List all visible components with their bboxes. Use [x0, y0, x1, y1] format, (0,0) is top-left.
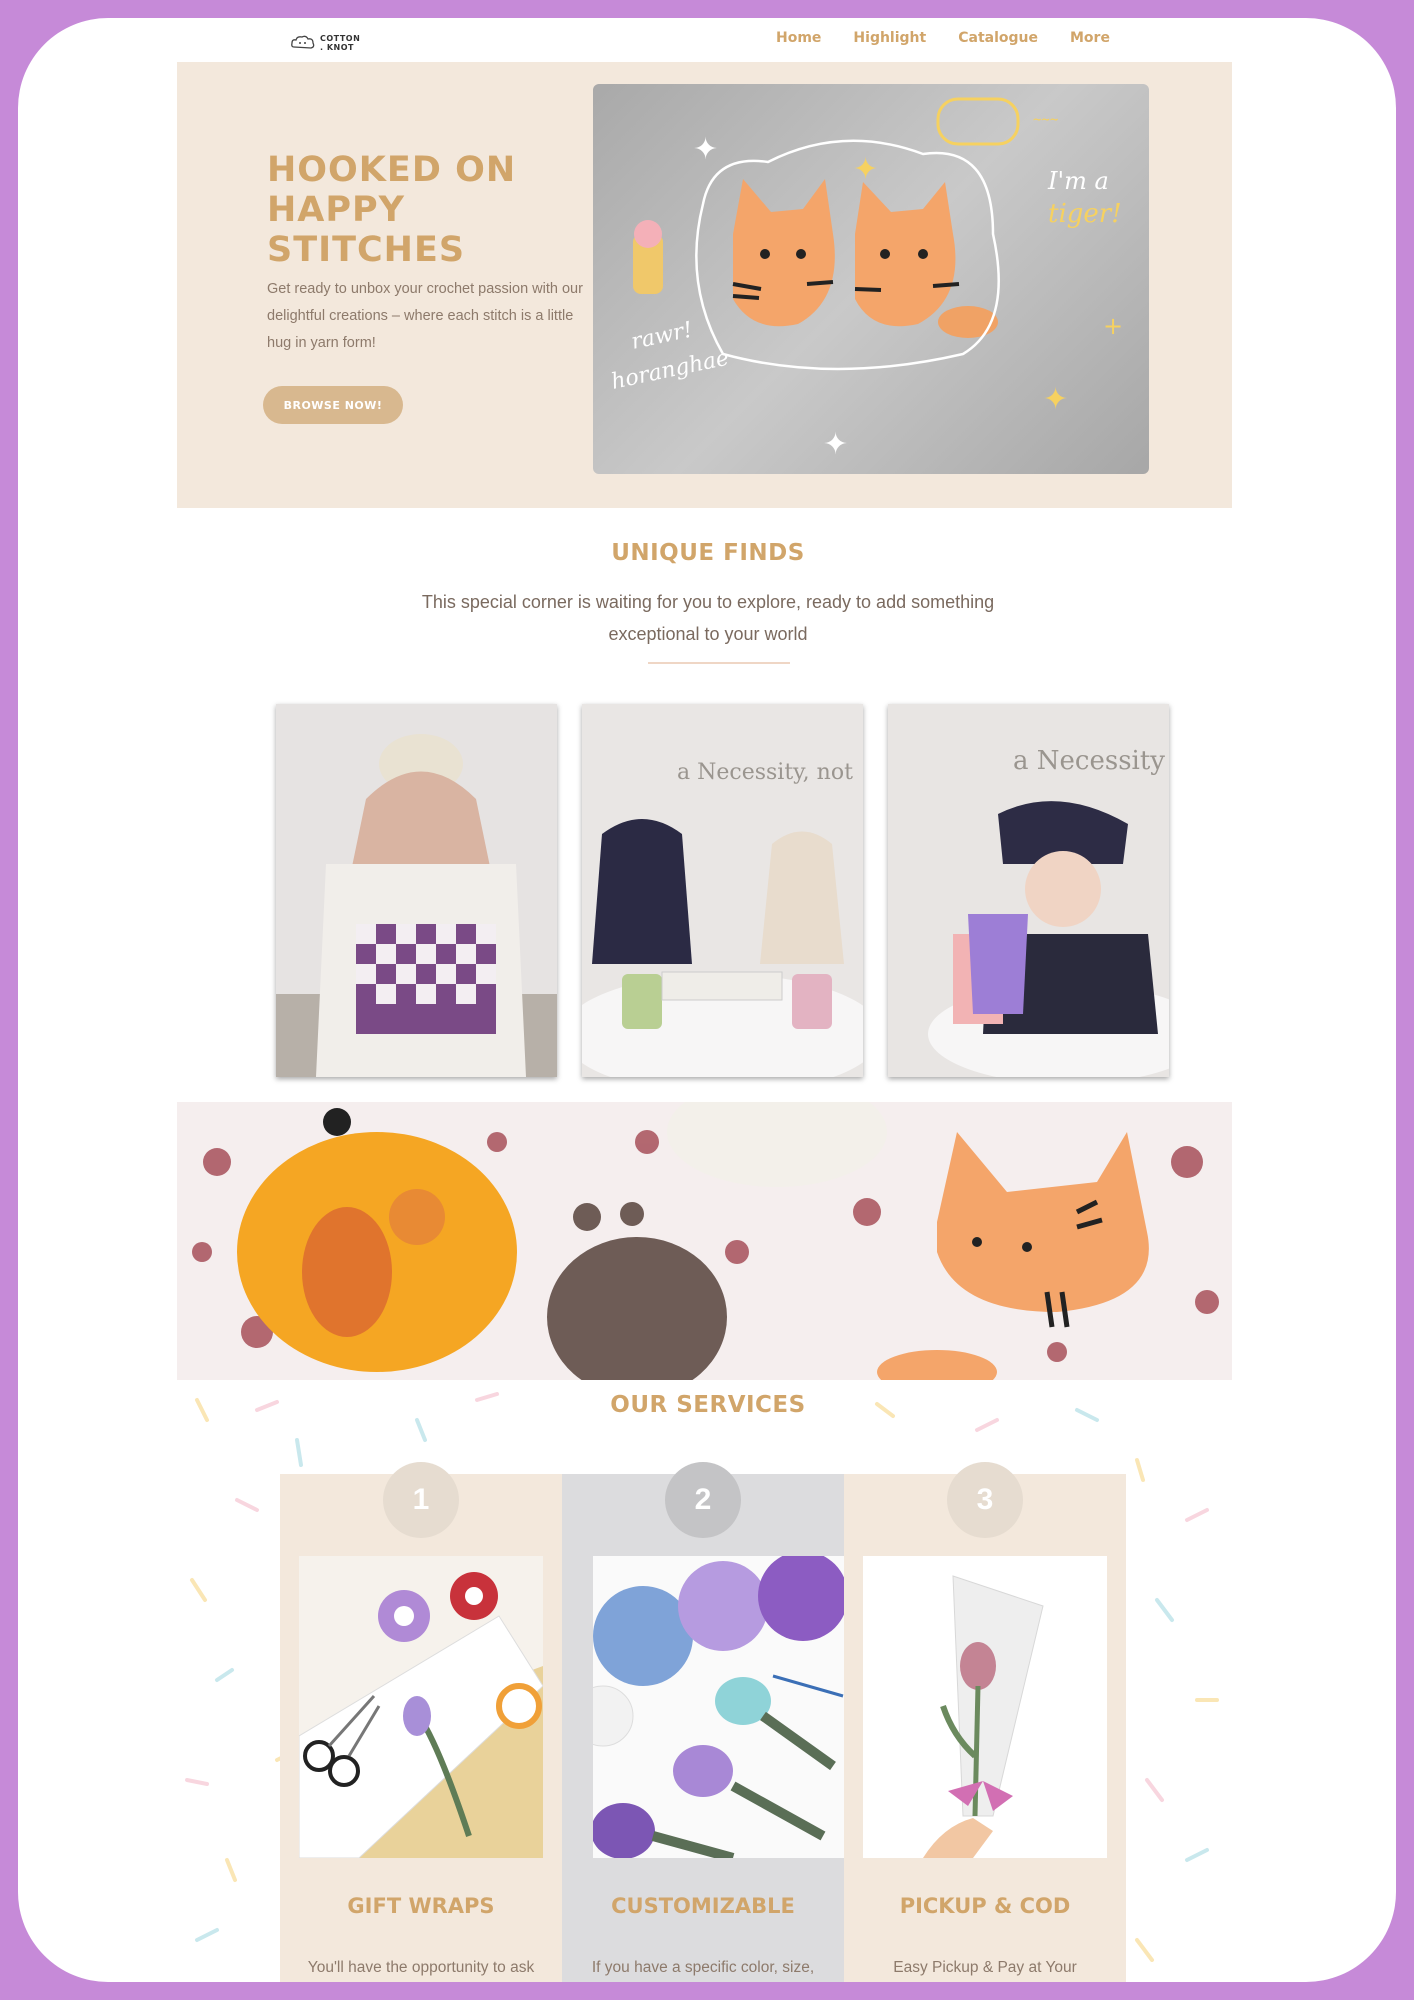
sparkle-icon: +: [1103, 312, 1123, 340]
pickup-cod-title: PICKUP & COD: [899, 1894, 1071, 1918]
doodle-text-im-a: I'm a: [1047, 167, 1109, 195]
unique-finds-title: UNIQUE FINDS: [611, 540, 805, 566]
gift-wraps-title: GIFT WRAPS: [347, 1894, 495, 1918]
photo-friends-cafe: a Necessity, not: [582, 760, 863, 1077]
pickup-cod-description: Easy Pickup & Pay at Your Doorstep. Star…: [893, 1959, 1077, 1976]
wall-text: a Necessity, not: [677, 760, 853, 785]
doodle-text-rawr: rawr!: [629, 318, 695, 355]
yarn-balls-illustration: [593, 1556, 844, 1858]
logo-text: COTTON . KNOT: [320, 34, 360, 52]
tiger-doodle-icon: [936, 97, 1020, 146]
photo-checkered-bag[interactable]: [276, 704, 557, 1077]
photo-purple-bag[interactable]: a Necessity: [888, 704, 1169, 1077]
customizable-image: [593, 1556, 844, 1858]
photo-girl-purple-bag: a Necessity: [928, 746, 1169, 1077]
photo-girl-with-bag: [276, 734, 557, 1077]
services-title: OUR SERVICES: [610, 1392, 806, 1418]
main-nav: Home Highlight Catalogue More: [776, 30, 1110, 46]
sparkle-icon: ✦: [823, 427, 848, 462]
hero-description: Get ready to unbox your crochet passion …: [267, 281, 583, 351]
crochet-plushies-illustration: [192, 1102, 1219, 1380]
nav-home[interactable]: Home: [776, 30, 821, 46]
nav-more[interactable]: More: [1070, 30, 1110, 46]
tail-doodle: ~~~: [1033, 112, 1058, 128]
page-frame: COTTON . KNOT Home Highlight Catalogue M…: [18, 18, 1396, 1982]
browse-now-button[interactable]: BROWSE NOW!: [263, 386, 403, 424]
step-badge-1: 1: [383, 1462, 459, 1538]
cloud-logo-icon: [291, 35, 315, 49]
hero-image-tiger-plushies: ✦ ✦ ✦ ✦ + ~~~ rawr! horanghae I'm a tige…: [593, 84, 1149, 474]
nav-catalogue[interactable]: Catalogue: [958, 30, 1038, 46]
plushies-banner: [177, 1102, 1232, 1380]
hero-title: HOOKED ON HAPPY STITCHES: [267, 150, 517, 270]
brand-logo[interactable]: COTTON . KNOT: [290, 28, 370, 58]
wrapped-tulip-illustration: [923, 1575, 1044, 1858]
sparkle-icon: ✦: [1043, 382, 1068, 417]
customizable-title: CUSTOMIZABLE: [611, 1894, 795, 1918]
doodle-text-tiger: tiger!: [1048, 199, 1122, 229]
service-card-pickup-cod[interactable]: 3 PICKUP & COD Easy Pickup & Pay at Your…: [844, 1462, 1126, 1982]
sparkle-icon: ✦: [693, 132, 718, 167]
photo-two-friends[interactable]: a Necessity, not: [582, 704, 863, 1077]
gift-wrap-image: [299, 1556, 543, 1858]
step-badge-2: 2: [665, 1462, 741, 1538]
gift-wrap-supplies-illustration: [299, 1572, 543, 1858]
logo-line-1: COTTON: [320, 34, 361, 43]
tiger-plushies-illustration: ✦ ✦ ✦ ✦ + ~~~ rawr! horanghae I'm a tige…: [609, 97, 1123, 462]
service-card-gift-wraps[interactable]: 1 GIFT WRAPS You'll have the opportunity…: [280, 1462, 562, 1982]
wall-text: a Necessity: [1013, 746, 1165, 776]
step-badge-3: 3: [947, 1462, 1023, 1538]
doodle-text-horanghae: horanghae: [609, 346, 731, 395]
logo-line-2: . KNOT: [320, 43, 354, 52]
customizable-description: If you have a specific color, size, patt…: [591, 1959, 815, 1976]
sparkle-icon: ✦: [853, 152, 878, 187]
gift-wraps-description: You'll have the opportunity to ask for c…: [307, 1959, 535, 1976]
nav-highlight[interactable]: Highlight: [853, 30, 926, 46]
pickup-cod-image: [863, 1556, 1107, 1858]
section-divider: [648, 662, 790, 664]
unique-finds-description: This special corner is waiting for you t…: [421, 592, 995, 644]
service-card-customizable[interactable]: 2 CUSTOMIZABLE If you have a specific co…: [562, 1462, 844, 1982]
